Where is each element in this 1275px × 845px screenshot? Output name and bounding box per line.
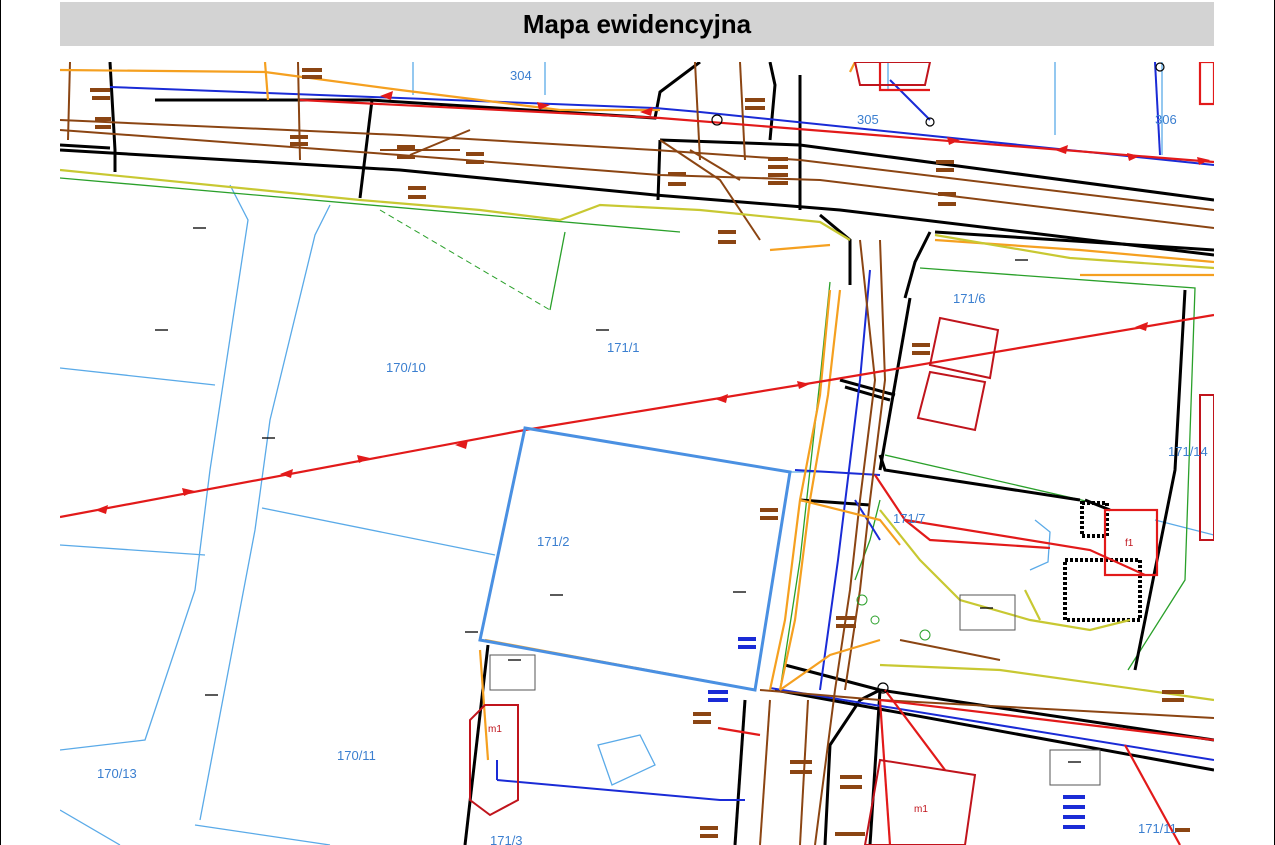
green-lines	[60, 177, 1196, 691]
building-label-m1-b: m1	[914, 804, 928, 815]
parcel-boundaries	[60, 62, 1214, 845]
building-label-f1: f1	[1125, 538, 1134, 549]
map-canvas[interactable]: 304 305 306 171/6 171/1 170/10 171/14 17…	[60, 62, 1214, 845]
parcel-label-171-2: 171/2	[537, 534, 570, 549]
parcel-label-170-11: 170/11	[337, 748, 376, 763]
parcel-label-171-7: 171/7	[893, 511, 926, 526]
selected-parcel-171-2[interactable]	[478, 426, 792, 692]
telecom-lines	[60, 168, 1214, 702]
parcel-label-170-10: 170/10	[386, 360, 426, 375]
utility-annotations	[90, 68, 1190, 838]
title-bar: Mapa ewidencyjna	[60, 2, 1214, 46]
parcel-label-171-11: 171/11	[1138, 821, 1177, 836]
cadastral-map[interactable]: 304 305 306 171/6 171/1 170/10 171/14 17…	[60, 62, 1214, 845]
parcel-label-306: 306	[1155, 112, 1177, 127]
parcel-label-305: 305	[857, 112, 879, 127]
parcel-label-304: 304	[510, 68, 532, 83]
parcel-label-171-6: 171/6	[953, 291, 986, 306]
page-frame-left	[0, 0, 1, 845]
tree-symbols	[856, 594, 931, 641]
parcel-label-171-14: 171/14	[1168, 444, 1208, 459]
building-dotted	[1063, 501, 1142, 622]
gas-lines	[60, 62, 1214, 845]
parcel-label-171-3: 171/3	[490, 833, 523, 845]
green-dashed-lines	[379, 209, 551, 311]
sewer-lines	[60, 62, 1214, 845]
curb-lines	[60, 62, 1214, 845]
page-title: Mapa ewidencyjna	[522, 8, 752, 39]
parcel-label-170-13: 170/13	[97, 766, 137, 781]
boundary-markers	[155, 227, 1081, 763]
building-label-m1: m1	[488, 724, 502, 735]
parcel-label-171-1: 171/1	[607, 340, 640, 355]
water-pipes	[109, 62, 1214, 801]
